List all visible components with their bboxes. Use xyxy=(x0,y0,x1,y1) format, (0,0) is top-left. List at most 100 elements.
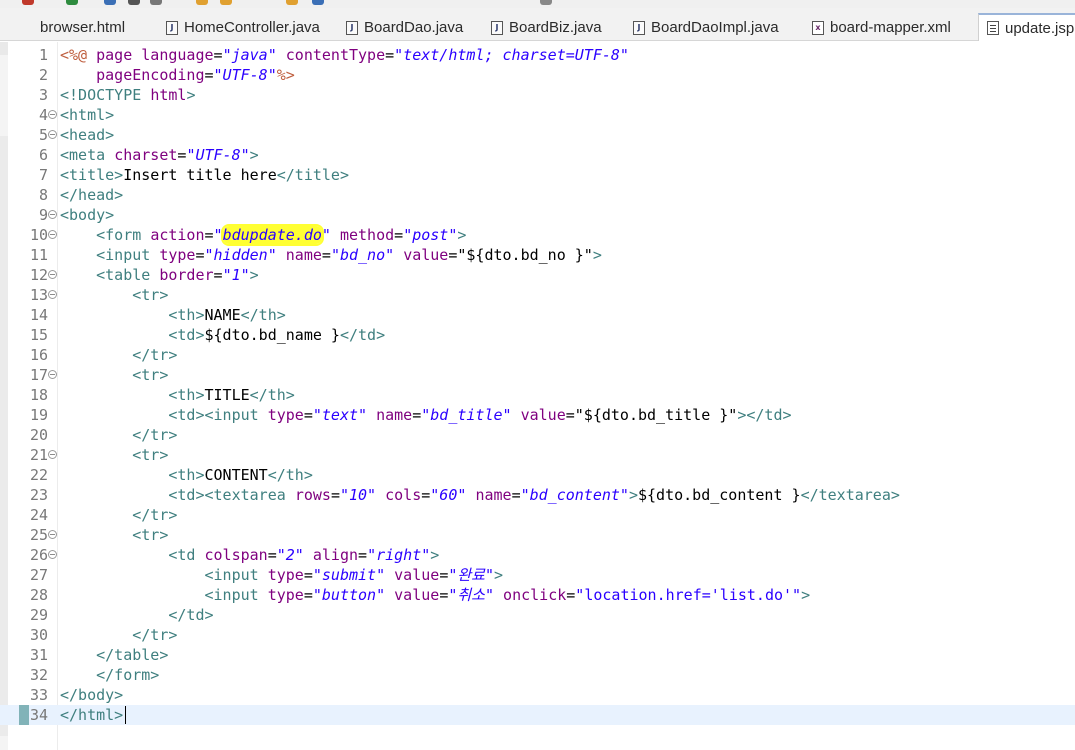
code-line[interactable]: 26 <td colspan="2" align="right"> xyxy=(0,545,1075,565)
fold-toggle-icon[interactable] xyxy=(48,110,57,119)
code-token: <tr> xyxy=(132,286,169,304)
code-token: value xyxy=(520,406,566,424)
code-text: <form action="bdupdate.do" method="post"… xyxy=(60,225,466,245)
code-token: <%@ xyxy=(60,46,97,64)
code-token: <input xyxy=(204,566,268,584)
code-token: = xyxy=(358,546,368,564)
search-icon[interactable] xyxy=(286,0,298,5)
window-icon[interactable] xyxy=(540,0,552,5)
code-line[interactable]: 27 <input type="submit" value="완료"> xyxy=(0,565,1075,585)
code-text: <tr> xyxy=(60,285,168,305)
fold-toggle-icon[interactable] xyxy=(48,130,57,139)
code-line[interactable]: 15 <td>${dto.bd_name }</td> xyxy=(0,325,1075,345)
code-line[interactable]: 13 <tr> xyxy=(0,285,1075,305)
line-number: 30 xyxy=(29,626,48,644)
code-editor[interactable]: 1 <%@ page language="java" contentType="t… xyxy=(0,42,1075,750)
code-line[interactable]: 23 <td><textarea rows="10" cols="60" nam… xyxy=(0,485,1075,505)
code-line[interactable]: 19 <td><input type="text" name="bd_title… xyxy=(0,405,1075,425)
code-line[interactable]: 2 pageEncoding="UTF-8"%> xyxy=(0,65,1075,85)
code-text: <%@ page language="java" contentType="te… xyxy=(60,45,629,65)
fold-toggle-icon[interactable] xyxy=(48,530,57,539)
line-number: 9 xyxy=(38,206,48,224)
line-number: 4 xyxy=(38,106,48,124)
code-token: = xyxy=(394,226,404,244)
code-line[interactable]: 30 </tr> xyxy=(0,625,1075,645)
code-line[interactable]: 8 </head> xyxy=(0,185,1075,205)
code-text: <tr> xyxy=(60,445,168,465)
code-line[interactable]: 34 </html> xyxy=(0,705,1075,725)
code-text: </td> xyxy=(60,605,213,625)
code-text: <td colspan="2" align="right"> xyxy=(60,545,439,565)
print-icon[interactable] xyxy=(150,0,162,5)
open-type-icon[interactable] xyxy=(220,0,232,5)
fold-toggle-icon[interactable] xyxy=(48,450,57,459)
code-line[interactable]: 12 <table border="1"> xyxy=(0,265,1075,285)
code-line[interactable]: 22 <th>CONTENT</th> xyxy=(0,465,1075,485)
code-line[interactable]: 5 <head> xyxy=(0,125,1075,145)
code-line[interactable]: 11 <input type="hidden" name="bd_no" val… xyxy=(0,245,1075,265)
run-icon[interactable] xyxy=(66,0,78,5)
code-token: Insert title here xyxy=(123,166,277,184)
code-token: = xyxy=(303,586,313,604)
code-line[interactable]: 21 <tr> xyxy=(0,445,1075,465)
save-icon[interactable] xyxy=(128,0,140,5)
code-token: "2" xyxy=(276,546,304,564)
code-line[interactable]: 7 <title>Insert title here</title> xyxy=(0,165,1075,185)
toolbar-strip xyxy=(0,0,1075,8)
code-line[interactable]: 1 <%@ page language="java" contentType="t… xyxy=(0,45,1075,65)
folder-icon[interactable] xyxy=(196,0,208,5)
code-token: </title> xyxy=(276,166,349,184)
tab-homecontroller-java[interactable]: J HomeController.java xyxy=(158,14,320,41)
code-line[interactable]: 14 <th>NAME</th> xyxy=(0,305,1075,325)
code-area[interactable]: 1 <%@ page language="java" contentType="t… xyxy=(0,42,1075,750)
code-token: = xyxy=(303,406,313,424)
fold-toggle-icon[interactable] xyxy=(48,290,57,299)
code-text: <td><textarea rows="10" cols="60" name="… xyxy=(60,485,900,505)
code-token: > xyxy=(430,546,440,564)
code-line[interactable]: 25 <tr> xyxy=(0,525,1075,545)
code-token: = xyxy=(204,66,214,84)
tab-boarddao-java[interactable]: J BoardDao.java xyxy=(338,14,463,41)
code-text: <!DOCTYPE html> xyxy=(60,85,195,105)
line-number: 22 xyxy=(29,466,48,484)
code-token: </tr> xyxy=(132,626,178,644)
fold-toggle-icon[interactable] xyxy=(48,550,57,559)
code-line[interactable]: 28 <input type="button" value="취소" oncli… xyxy=(0,585,1075,605)
code-line[interactable]: 29 </td> xyxy=(0,605,1075,625)
tab-boardbiz-java[interactable]: J BoardBiz.java xyxy=(483,14,602,41)
tab-update-jsp[interactable]: update.jsp xyxy=(978,13,1075,41)
fold-toggle-icon[interactable] xyxy=(48,210,57,219)
code-line[interactable]: 33 </body> xyxy=(0,685,1075,705)
java-file-icon: J xyxy=(166,20,178,35)
code-line[interactable]: 31 </table> xyxy=(0,645,1075,665)
code-line[interactable]: 4 <html> xyxy=(0,105,1075,125)
code-token: type xyxy=(159,246,196,264)
code-token: " xyxy=(213,226,223,244)
fold-toggle-icon[interactable] xyxy=(48,370,57,379)
code-line[interactable]: 17 <tr> xyxy=(0,365,1075,385)
fold-toggle-icon[interactable] xyxy=(48,230,57,239)
globe-icon[interactable] xyxy=(312,0,324,5)
new-icon[interactable] xyxy=(104,0,116,5)
code-line[interactable]: 16 </tr> xyxy=(0,345,1075,365)
tab-browser-html[interactable]: browser.html xyxy=(0,14,125,41)
tab-boarddaoimpl-java[interactable]: J BoardDaoImpl.java xyxy=(625,14,779,41)
code-line[interactable]: 20 </tr> xyxy=(0,425,1075,445)
code-line[interactable]: 10 <form action="bdupdate.do" method="po… xyxy=(0,225,1075,245)
code-token: contentType xyxy=(285,46,386,64)
code-line[interactable]: 24 </tr> xyxy=(0,505,1075,525)
code-line[interactable]: 9 <body> xyxy=(0,205,1075,225)
code-line[interactable]: 3 <!DOCTYPE html> xyxy=(0,85,1075,105)
code-line[interactable]: 32 </form> xyxy=(0,665,1075,685)
tab-board-mapper-xml[interactable]: x board-mapper.xml xyxy=(804,14,951,41)
fold-toggle-icon[interactable] xyxy=(48,270,57,279)
code-line[interactable]: 18 <th>TITLE</th> xyxy=(0,385,1075,405)
debug-icon[interactable] xyxy=(22,0,34,5)
code-line[interactable]: 6 <meta charset="UTF-8"> xyxy=(0,145,1075,165)
code-token: = xyxy=(213,46,223,64)
code-token: border xyxy=(159,266,214,284)
